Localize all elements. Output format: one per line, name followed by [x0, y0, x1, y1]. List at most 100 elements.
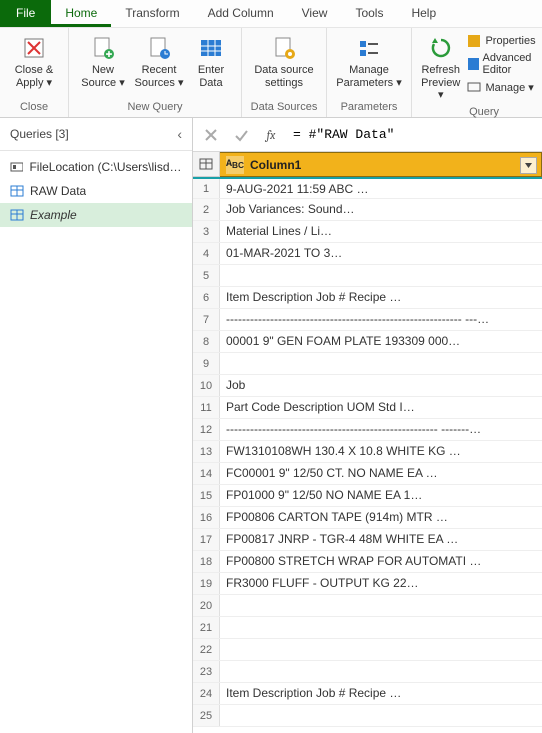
row-number[interactable]: 21 — [193, 617, 220, 638]
table-row[interactable]: 21 — [193, 617, 542, 639]
cell[interactable]: 9-AUG-2021 11:59 ABC … — [220, 179, 542, 198]
menu-view[interactable]: View — [288, 0, 342, 27]
row-number[interactable]: 20 — [193, 595, 220, 616]
formula-cancel-icon[interactable] — [199, 123, 223, 147]
table-row[interactable]: 4 01-MAR-2021 TO 3… — [193, 243, 542, 265]
row-number[interactable]: 2 — [193, 199, 220, 220]
column-filter-dropdown[interactable] — [520, 157, 537, 174]
row-number[interactable]: 14 — [193, 463, 220, 484]
menu-transform[interactable]: Transform — [111, 0, 193, 27]
cell[interactable] — [220, 595, 542, 616]
row-number[interactable]: 4 — [193, 243, 220, 264]
cell[interactable]: 00001 9" GEN FOAM PLATE 193309 000… — [220, 331, 542, 352]
table-row[interactable]: 10 Job — [193, 375, 542, 397]
query-item-example[interactable]: Example — [0, 203, 192, 227]
row-number[interactable]: 11 — [193, 397, 220, 418]
cell[interactable]: FW1310108WH 130.4 X 10.8 WHITE KG … — [220, 441, 542, 462]
row-number[interactable]: 13 — [193, 441, 220, 462]
cell[interactable]: Job Variances: Sound… — [220, 199, 542, 220]
row-number[interactable]: 15 — [193, 485, 220, 506]
close-apply-button[interactable]: Close & Apply ▾ — [6, 32, 62, 91]
row-number[interactable]: 6 — [193, 287, 220, 308]
table-row[interactable]: 16 FP00806 CARTON TAPE (914m) MTR … — [193, 507, 542, 529]
row-number[interactable]: 5 — [193, 265, 220, 286]
cell[interactable]: 01-MAR-2021 TO 3… — [220, 243, 542, 264]
cell[interactable]: ----------------------------------------… — [220, 309, 542, 330]
table-row[interactable]: 17 FP00817 JNRP - TGR-4 48M WHITE EA … — [193, 529, 542, 551]
cell[interactable]: Job — [220, 375, 542, 396]
row-number[interactable]: 7 — [193, 309, 220, 330]
formula-input[interactable] — [289, 123, 536, 146]
refresh-preview-button[interactable]: Refresh Preview ▾ — [418, 32, 463, 104]
cell[interactable]: ----------------------------------------… — [220, 419, 542, 440]
row-number[interactable]: 16 — [193, 507, 220, 528]
cell[interactable]: FP00817 JNRP - TGR-4 48M WHITE EA … — [220, 529, 542, 550]
row-number[interactable]: 3 — [193, 221, 220, 242]
query-item-raw-data[interactable]: RAW Data — [0, 179, 192, 203]
menu-add-column[interactable]: Add Column — [194, 0, 288, 27]
formula-fx-icon[interactable]: fx — [259, 123, 283, 147]
table-row[interactable]: 3 Material Lines / Li… — [193, 221, 542, 243]
cell[interactable]: Material Lines / Li… — [220, 221, 542, 242]
cell[interactable] — [220, 265, 542, 286]
manage-button[interactable]: Manage ▾ — [467, 80, 542, 94]
formula-commit-icon[interactable] — [229, 123, 253, 147]
cell[interactable] — [220, 353, 542, 374]
cell[interactable]: FR3000 FLUFF - OUTPUT KG 22… — [220, 573, 542, 594]
query-item-filelocation[interactable]: FileLocation (C:\Users\lisde… — [0, 155, 192, 179]
cell[interactable]: FP00800 STRETCH WRAP FOR AUTOMATI … — [220, 551, 542, 572]
table-row[interactable]: 22 — [193, 639, 542, 661]
table-row[interactable]: 18 FP00800 STRETCH WRAP FOR AUTOMATI … — [193, 551, 542, 573]
cell[interactable]: FP00806 CARTON TAPE (914m) MTR … — [220, 507, 542, 528]
grid-body[interactable]: 19-AUG-2021 11:59 ABC …2 Job Variances: … — [193, 177, 542, 733]
cell[interactable]: FC00001 9" 12/50 CT. NO NAME EA … — [220, 463, 542, 484]
menu-tools[interactable]: Tools — [341, 0, 397, 27]
row-number[interactable]: 25 — [193, 705, 220, 726]
table-row[interactable]: 14 FC00001 9" 12/50 CT. NO NAME EA … — [193, 463, 542, 485]
table-row[interactable]: 23 — [193, 661, 542, 683]
data-source-settings-button[interactable]: Data source settings — [248, 32, 320, 91]
cell[interactable]: FP01000 9" 12/50 NO NAME EA 1… — [220, 485, 542, 506]
new-source-button[interactable]: ✚ New Source ▾ — [75, 32, 131, 91]
row-number[interactable]: 18 — [193, 551, 220, 572]
table-row[interactable]: 13 FW1310108WH 130.4 X 10.8 WHITE KG … — [193, 441, 542, 463]
table-row[interactable]: 24Item Description Job # Recipe … — [193, 683, 542, 705]
table-row[interactable]: 11 Part Code Description UOM Std I… — [193, 397, 542, 419]
menu-help[interactable]: Help — [397, 0, 450, 27]
row-number[interactable]: 23 — [193, 661, 220, 682]
row-number[interactable]: 17 — [193, 529, 220, 550]
cell[interactable]: Item Description Job # Recipe … — [220, 683, 542, 704]
table-row[interactable]: 6Item Description Job # Recipe … — [193, 287, 542, 309]
row-number[interactable]: 19 — [193, 573, 220, 594]
row-number[interactable]: 12 — [193, 419, 220, 440]
table-row[interactable]: 19-AUG-2021 11:59 ABC … — [193, 177, 542, 199]
table-row[interactable]: 2 Job Variances: Sound… — [193, 199, 542, 221]
manage-parameters-button[interactable]: Manage Parameters ▾ — [333, 32, 405, 91]
cell[interactable] — [220, 617, 542, 638]
column-type-icon[interactable]: ABC — [226, 156, 244, 174]
menu-file[interactable]: File — [0, 0, 51, 27]
table-row[interactable]: 25 — [193, 705, 542, 727]
advanced-editor-button[interactable]: Advanced Editor — [467, 52, 542, 76]
cell[interactable] — [220, 661, 542, 682]
table-row[interactable]: 19 FR3000 FLUFF - OUTPUT KG 22… — [193, 573, 542, 595]
row-number[interactable]: 10 — [193, 375, 220, 396]
row-number[interactable]: 22 — [193, 639, 220, 660]
column-header-column1[interactable]: ABC Column1 — [220, 152, 542, 177]
cell[interactable]: Part Code Description UOM Std I… — [220, 397, 542, 418]
row-number[interactable]: 8 — [193, 331, 220, 352]
menu-home[interactable]: Home — [51, 0, 111, 27]
cell[interactable]: Item Description Job # Recipe … — [220, 287, 542, 308]
table-row[interactable]: 7---------------------------------------… — [193, 309, 542, 331]
row-number[interactable]: 9 — [193, 353, 220, 374]
row-number[interactable]: 1 — [193, 179, 220, 198]
table-row[interactable]: 5 — [193, 265, 542, 287]
cell[interactable] — [220, 705, 542, 726]
table-row[interactable]: 9 — [193, 353, 542, 375]
table-row[interactable]: 20 — [193, 595, 542, 617]
row-number[interactable]: 24 — [193, 683, 220, 704]
enter-data-button[interactable]: Enter Data — [187, 32, 235, 91]
recent-sources-button[interactable]: Recent Sources ▾ — [131, 32, 187, 91]
grid-corner[interactable] — [193, 152, 220, 177]
table-row[interactable]: 15 FP01000 9" 12/50 NO NAME EA 1… — [193, 485, 542, 507]
